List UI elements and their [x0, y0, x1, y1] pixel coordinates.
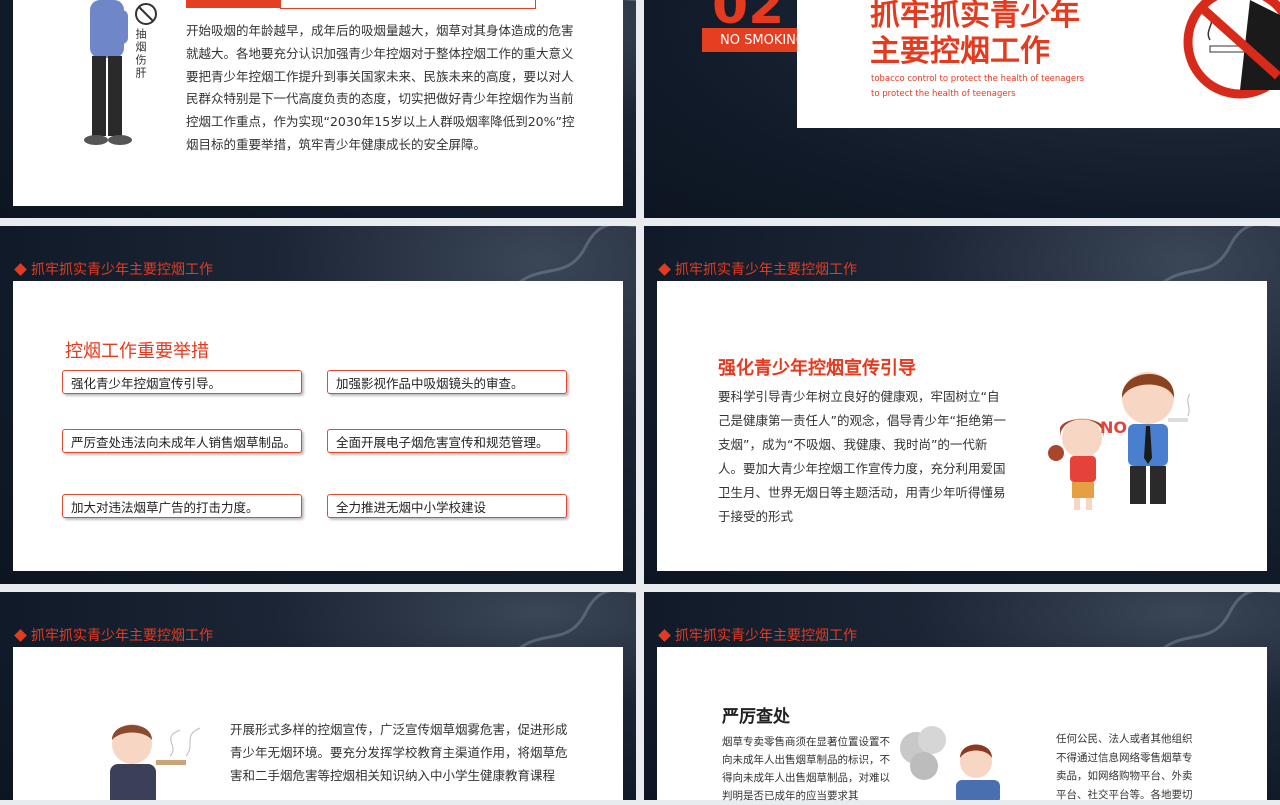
measure-box: 严厉查处违法向未成年人销售烟草制品。: [62, 429, 302, 453]
no-smoking-icon: [1183, 0, 1280, 99]
measure-box: 加强影视作品中吸烟镜头的审查。: [327, 370, 567, 394]
measure-box: 强化青少年控烟宣传引导。: [62, 370, 302, 394]
slide2-title-line2: 主要控烟工作: [870, 34, 1050, 69]
slide6-heading: 严厉查处: [722, 707, 790, 727]
section-title-box: [280, 0, 536, 9]
no-speech-label: NO: [1100, 418, 1127, 437]
slide-header-label: 抓牢抓实青少年主要控烟工作: [31, 262, 213, 278]
section-tag: [186, 0, 280, 8]
slide-thumbnail-3[interactable]: 抓牢抓实青少年主要控烟工作 控烟工作重要举措 强化青少年控烟宣传引导。 加强影视…: [0, 226, 636, 584]
slide-header-label: 抓牢抓实青少年主要控烟工作: [31, 628, 213, 644]
diamond-bullet-icon: [658, 628, 671, 642]
content-panel: [13, 281, 623, 571]
measure-box: 全力推进无烟中小学校建设: [327, 494, 567, 518]
diamond-bullet-icon: [658, 262, 671, 276]
measures-heading: 控烟工作重要举措: [65, 341, 209, 362]
slide-header-label: 抓牢抓实青少年主要控烟工作: [675, 628, 857, 644]
slide5-paragraph: 开展形式多样的控烟宣传，广泛宣传烟草烟雾危害，促进形成青少年无烟环境。要充分发挥…: [230, 722, 568, 783]
smoking-man-illustration: [110, 724, 201, 800]
slide-header: 抓牢抓实青少年主要控烟工作: [14, 259, 213, 279]
slide6-left-text: 烟草专卖零售商须在显著位置设置不向未成年人出售烟草制品的标识，不得向未成年人出售…: [722, 736, 890, 802]
slide-header: 抓牢抓实青少年主要控烟工作: [658, 625, 857, 645]
slide1-paragraph: 开始吸烟的年龄越早，成年后的吸烟量越大，烟草对其身体造成的危害就越大。各地要充分…: [186, 23, 575, 152]
slide-header-label: 抓牢抓实青少年主要控烟工作: [675, 262, 857, 278]
diamond-bullet-icon: [14, 628, 27, 642]
slide2-subtitle: tobacco control to protect the health of…: [871, 74, 1085, 99]
slide-header: 抓牢抓实青少年主要控烟工作: [14, 625, 213, 645]
measure-box: 全面开展电子烟危害宣传和规范管理。: [327, 429, 567, 453]
smoker-with-smoke-illustration: [900, 726, 1000, 800]
measure-box: 加大对违法烟草广告的打击力度。: [62, 494, 302, 518]
slide6-right-text: 任何公民、法人或者其他组织不得通过信息网络零售烟草专卖品，如网络购物平台、外卖平…: [1056, 733, 1193, 801]
kids-refuse-smoking-illustration: [1048, 372, 1191, 510]
slide4-paragraph: 要科学引导青少年树立良好的健康观，牢固树立“自己是健康第一责任人”的观念，倡导青…: [718, 389, 1006, 524]
vertical-slogan: 抽烟伤肝: [134, 28, 147, 80]
slide-thumbnail-1[interactable]: 抽烟伤肝 开始吸烟的年龄越早，成年后的吸烟量越大，烟草对其身体造成的危害就越大。…: [0, 0, 636, 218]
slide4-heading: 强化青少年控烟宣传引导: [718, 358, 916, 379]
diamond-bullet-icon: [14, 262, 27, 276]
slide-header: 抓牢抓实青少年主要控烟工作: [658, 259, 857, 279]
